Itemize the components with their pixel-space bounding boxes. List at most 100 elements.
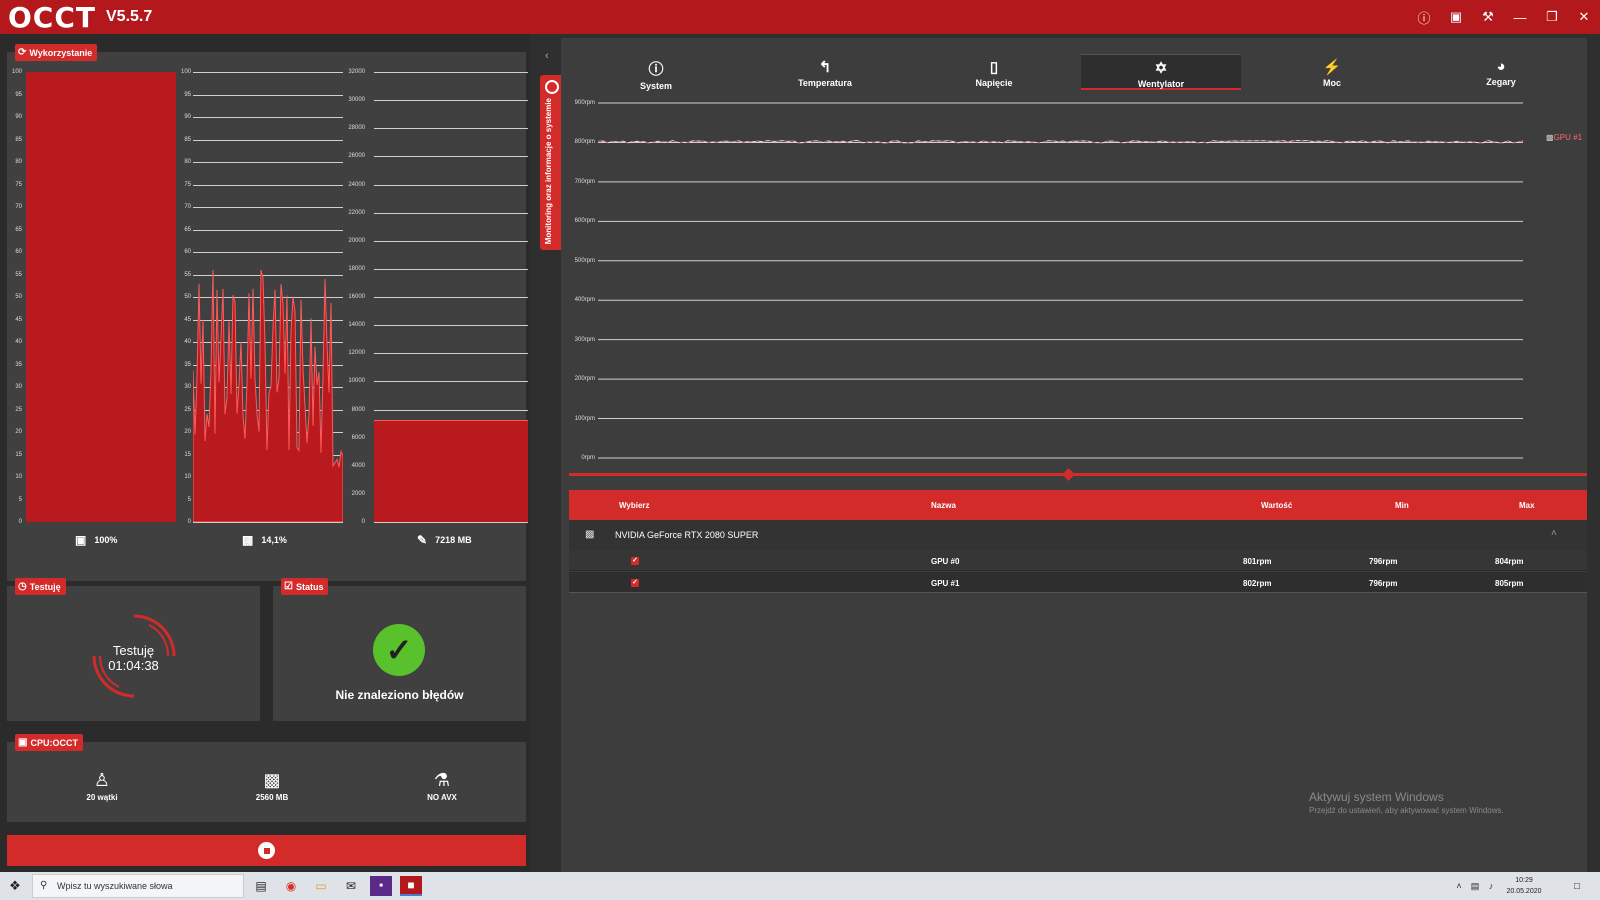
ram-usage-value: 7218 MB — [435, 535, 472, 545]
ram-tick-label: 30000 — [348, 97, 365, 104]
header-name[interactable]: Nazwa — [931, 501, 956, 510]
header-max[interactable]: Max — [1519, 501, 1535, 510]
row-min: 796rpm — [1369, 579, 1398, 588]
folder-icon[interactable]: ▭ — [310, 876, 332, 896]
ram-tick-label: 10000 — [348, 378, 365, 385]
worker-icon: ♙ — [93, 770, 111, 790]
windows-start-icon[interactable]: ❖ — [4, 876, 26, 896]
gpu-gridline — [193, 522, 343, 523]
volume-icon[interactable]: ♪ — [1480, 876, 1502, 896]
header-value[interactable]: Wartość — [1261, 501, 1292, 510]
chevron-up-icon[interactable]: ˄ — [1551, 528, 1557, 539]
cpu-tick-label: 30 — [15, 384, 22, 390]
cpu-icon: ▣ — [75, 533, 87, 547]
watermark-subtitle: Przejdź do ustawień, aby aktywować syste… — [1309, 806, 1504, 815]
taskbar-search-input[interactable]: ⚲ Wpisz tu wyszukiwane słowa — [32, 874, 244, 898]
gpu-tick-label: 90 — [184, 114, 191, 120]
monitoring-area: ⓘ System ↰ Temperatura ▯ Napięcie ✡ Wentylat… — [561, 38, 1587, 872]
left-area: ⟳ Wykorzystanie 100 95 90 85 80 75 70 65 60 55 50 45… — [0, 34, 530, 872]
testing-time: 01:04:38 — [108, 658, 159, 673]
activation-watermark: Aktywuj system Windows Przejdź do ustawi… — [1309, 790, 1504, 815]
info-icon[interactable]: ⓘ — [1408, 0, 1440, 34]
cpu-tick-label: 70 — [15, 204, 22, 210]
instruction-set-info: ⚗ NO AVX — [397, 770, 487, 802]
gpu-tick-label: 65 — [184, 226, 191, 233]
fan-tick-label: 500rpm — [574, 257, 595, 264]
ram-gridline — [374, 212, 528, 214]
testing-tag-label: Testuję — [29, 581, 61, 592]
header-select[interactable]: Wybierz — [619, 501, 650, 510]
refresh-icon: ⟳ — [18, 47, 27, 58]
chrome-icon[interactable]: ◉ — [280, 876, 302, 896]
task-view-icon[interactable]: ▤ — [250, 876, 272, 896]
device-group-row[interactable]: ▩ NVIDIA GeForce RTX 2080 SUPER ˄ — [569, 520, 1587, 550]
ram-gridline — [374, 325, 528, 327]
cpu-tick-label: 85 — [15, 136, 22, 143]
threads-label: 20 wątki — [86, 793, 118, 802]
status-tag: ☑ Status — [281, 578, 329, 595]
collapse-arrow-icon[interactable]: ‹ — [545, 50, 549, 62]
ram-tick-label: 0 — [361, 519, 365, 525]
stop-test-button[interactable] — [7, 835, 526, 866]
ram-usage-bar — [374, 420, 528, 522]
row-value: 802rpm — [1243, 579, 1272, 588]
ram-gridline — [374, 409, 528, 411]
row-max: 804rpm — [1495, 557, 1524, 566]
usage-tag: ⟳ Wykorzystanie — [15, 44, 98, 61]
row-checkbox[interactable]: ✓ — [631, 579, 639, 587]
app-purple-icon[interactable]: ■ — [370, 876, 392, 896]
sensor-table-header: Wybierz Nazwa Wartość Min Max — [569, 490, 1587, 520]
ram-tick-label: 24000 — [348, 181, 365, 188]
ram-gridline — [374, 156, 528, 158]
search-placeholder: Wpisz tu wyszukiwane słowa — [57, 881, 173, 891]
gpu-tick-label: 50 — [184, 294, 191, 300]
table-row[interactable]: ✓ GPU #1 802rpm 796rpm 805rpm — [569, 572, 1587, 593]
timeline-slider[interactable] — [569, 473, 1587, 476]
ram-tick-label: 12000 — [348, 350, 365, 357]
ram-usage-label: ✎ 7218 MB — [417, 533, 472, 547]
taskbar-clock[interactable]: 10:29 20.05.2020 — [1502, 875, 1546, 897]
stop-icon — [258, 842, 275, 859]
wrench-icon[interactable]: ⚒ — [1472, 0, 1504, 34]
fan-tick-label: 600rpm — [574, 218, 595, 225]
cpu-tick-label: 5 — [18, 496, 22, 503]
legend-gpu1: ▩GPU #1 — [1546, 133, 1582, 142]
threads-info: ♙ 20 wątki — [57, 770, 147, 802]
cpu-occt-tag: ▣ CPU:OCCT — [15, 734, 83, 751]
restore-icon[interactable]: ❐ — [1536, 0, 1568, 34]
cpu-tick-label: 40 — [15, 339, 22, 345]
testing-tag: ◷ Testuję — [15, 578, 66, 595]
table-row[interactable]: ✓ GPU #0 801rpm 796rpm 804rpm — [569, 550, 1587, 571]
camera-icon[interactable]: ▣ — [1440, 0, 1472, 34]
ram-tick-label: 32000 — [348, 69, 365, 75]
ram-tick-label: 22000 — [348, 209, 365, 216]
ram-gridline — [374, 522, 528, 523]
mail-icon[interactable]: ✉ — [340, 876, 362, 896]
fan-tick-label: 400rpm — [574, 297, 595, 304]
ram-tick-label: 4000 — [351, 462, 365, 469]
occt-taskbar-icon[interactable]: ■ — [400, 876, 422, 896]
app-logo: OCCT — [8, 0, 96, 34]
gpu-tick-label: 0 — [187, 519, 191, 525]
clock-time: 10:29 — [1515, 877, 1533, 884]
minimize-icon[interactable]: — — [1504, 0, 1536, 34]
cpu-tick-label: 35 — [15, 361, 22, 368]
row-min: 796rpm — [1369, 557, 1398, 566]
cpu-tick-label: 65 — [15, 226, 22, 233]
gpu-tick-label: 30 — [184, 384, 191, 390]
ram-tick-label: 28000 — [348, 125, 365, 132]
close-icon[interactable]: ✕ — [1568, 0, 1600, 34]
cpu-tick-label: 50 — [15, 294, 22, 300]
cpu-occt-panel: ▣ CPU:OCCT ♙ 20 wątki ▩ 2560 MB ⚗ NO AVX — [7, 734, 526, 822]
cpu-tick-label: 90 — [15, 114, 22, 120]
check-circle-icon: ✓ — [373, 624, 425, 676]
ram-gridline — [374, 128, 528, 130]
fan-tick-label: 900rpm — [574, 100, 595, 106]
gpu-tick-label: 55 — [184, 271, 191, 278]
row-checkbox[interactable]: ✓ — [631, 557, 639, 565]
cpu-tick-label: 45 — [15, 316, 22, 323]
notification-icon[interactable]: □ — [1566, 876, 1588, 896]
header-min[interactable]: Min — [1395, 501, 1409, 510]
gpu-tick-label: 10 — [184, 474, 191, 480]
ram-gridline — [374, 184, 528, 186]
